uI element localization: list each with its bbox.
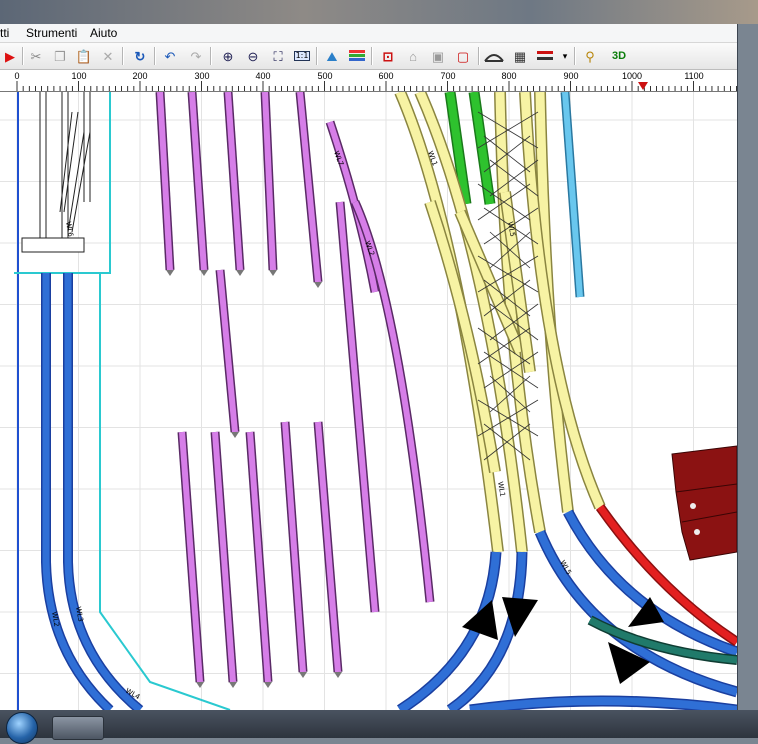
cut-button[interactable]: ✂ (26, 46, 46, 66)
object-button-3[interactable]: ▢ (453, 46, 473, 66)
ruler-label: 500 (317, 71, 333, 81)
object-button-1[interactable]: ⌂ (403, 46, 423, 66)
taskbar-app-button[interactable] (52, 716, 104, 740)
ruler-label: 800 (501, 71, 517, 81)
grid-button[interactable]: ▦ (510, 46, 530, 66)
zoom-1to1-button[interactable]: 1:1 (292, 46, 312, 66)
ruler-label: 900 (563, 71, 579, 81)
toolbar-separator (316, 47, 318, 65)
blue-track-group-left[interactable] (41, 273, 144, 710)
track-style-dropdown[interactable]: ▾ (555, 46, 575, 66)
building-object[interactable] (671, 445, 737, 561)
toolbar-separator (478, 47, 480, 65)
horizontal-ruler: 0 100 200 300 400 500 600 700 800 900 10… (0, 70, 737, 92)
ruler-label: 300 (194, 71, 210, 81)
zoom-in-button[interactable]: ⊕ (218, 46, 238, 66)
terrain-button[interactable]: ⛰ (322, 46, 342, 66)
ruler-label: 0 (14, 71, 20, 81)
track-style-button[interactable] (535, 46, 555, 66)
taskbar (0, 710, 758, 744)
signal-button[interactable]: ⊡ (378, 46, 398, 66)
cyan-track[interactable] (560, 91, 585, 298)
track-label: WL1 (496, 481, 507, 497)
ruler-position-marker-icon (638, 82, 648, 90)
ruler-label: 1000 (621, 71, 643, 81)
layers-button[interactable] (347, 46, 367, 66)
purple-curve-tracks[interactable] (325, 120, 435, 613)
toolbar-separator (122, 47, 124, 65)
toolbar: ▶ ✂ ❐ 📋 ✕ ↻ ↶ ↷ ⊕ ⊖ ⛶ 1:1 ⛰ ⊡ ⌂ ▣ ▢ ▦ ▾ … (0, 43, 737, 70)
object-button-2[interactable]: ▣ (428, 46, 448, 66)
inspect-button[interactable]: ⚲ (580, 46, 600, 66)
toolbar-separator (371, 47, 373, 65)
menu-bar: tti Strumenti Aiuto (0, 24, 737, 43)
paste-button[interactable]: 📋 (74, 46, 94, 66)
station-throat[interactable] (21, 92, 91, 253)
menu-item-strumenti[interactable]: Strumenti (26, 26, 77, 40)
toolbar-separator (574, 47, 576, 65)
toolbar-separator (210, 47, 212, 65)
ruler-label: 700 (440, 71, 456, 81)
ruler-label: 100 (71, 71, 87, 81)
run-button[interactable]: ▶ (0, 46, 20, 66)
rotate-button[interactable]: ↻ (130, 46, 150, 66)
menu-item-aiuto[interactable]: Aiuto (90, 26, 117, 40)
track-style-icon (537, 51, 553, 60)
menu-item-tti[interactable]: tti (0, 26, 9, 40)
3d-view-button[interactable]: 3D (609, 46, 629, 66)
redo-button[interactable]: ↷ (186, 46, 206, 66)
ruler-label: 200 (132, 71, 148, 81)
desktop-background (0, 0, 758, 24)
undo-button[interactable]: ↶ (160, 46, 180, 66)
ruler-label: 1100 (684, 71, 704, 81)
ruler-label: 400 (255, 71, 271, 81)
layout-canvas[interactable]: WL1 WL1 WL2 WL2 WL3 WL4 WL5 WL5 WL6 WL7 (0, 89, 737, 710)
copy-button[interactable]: ❐ (50, 46, 70, 66)
ruler-label: 600 (378, 71, 394, 81)
layers-icon (349, 50, 365, 61)
toolbar-separator (154, 47, 156, 65)
track-label: WL6 (64, 221, 75, 238)
application-window: tti Strumenti Aiuto ▶ ✂ ❐ 📋 ✕ ↻ ↶ ↷ ⊕ ⊖ … (0, 24, 738, 710)
bridge-button[interactable] (484, 46, 504, 66)
toolbar-separator (22, 47, 24, 65)
start-button[interactable] (6, 712, 38, 744)
delete-button[interactable]: ✕ (98, 46, 118, 66)
track-layout-drawing: WL1 WL1 WL2 WL2 WL3 WL4 WL5 WL5 WL6 WL7 (0, 89, 737, 710)
zoom-fit-button[interactable]: ⛶ (268, 46, 288, 66)
bridge-icon (484, 54, 504, 62)
zoom-out-button[interactable]: ⊖ (243, 46, 263, 66)
